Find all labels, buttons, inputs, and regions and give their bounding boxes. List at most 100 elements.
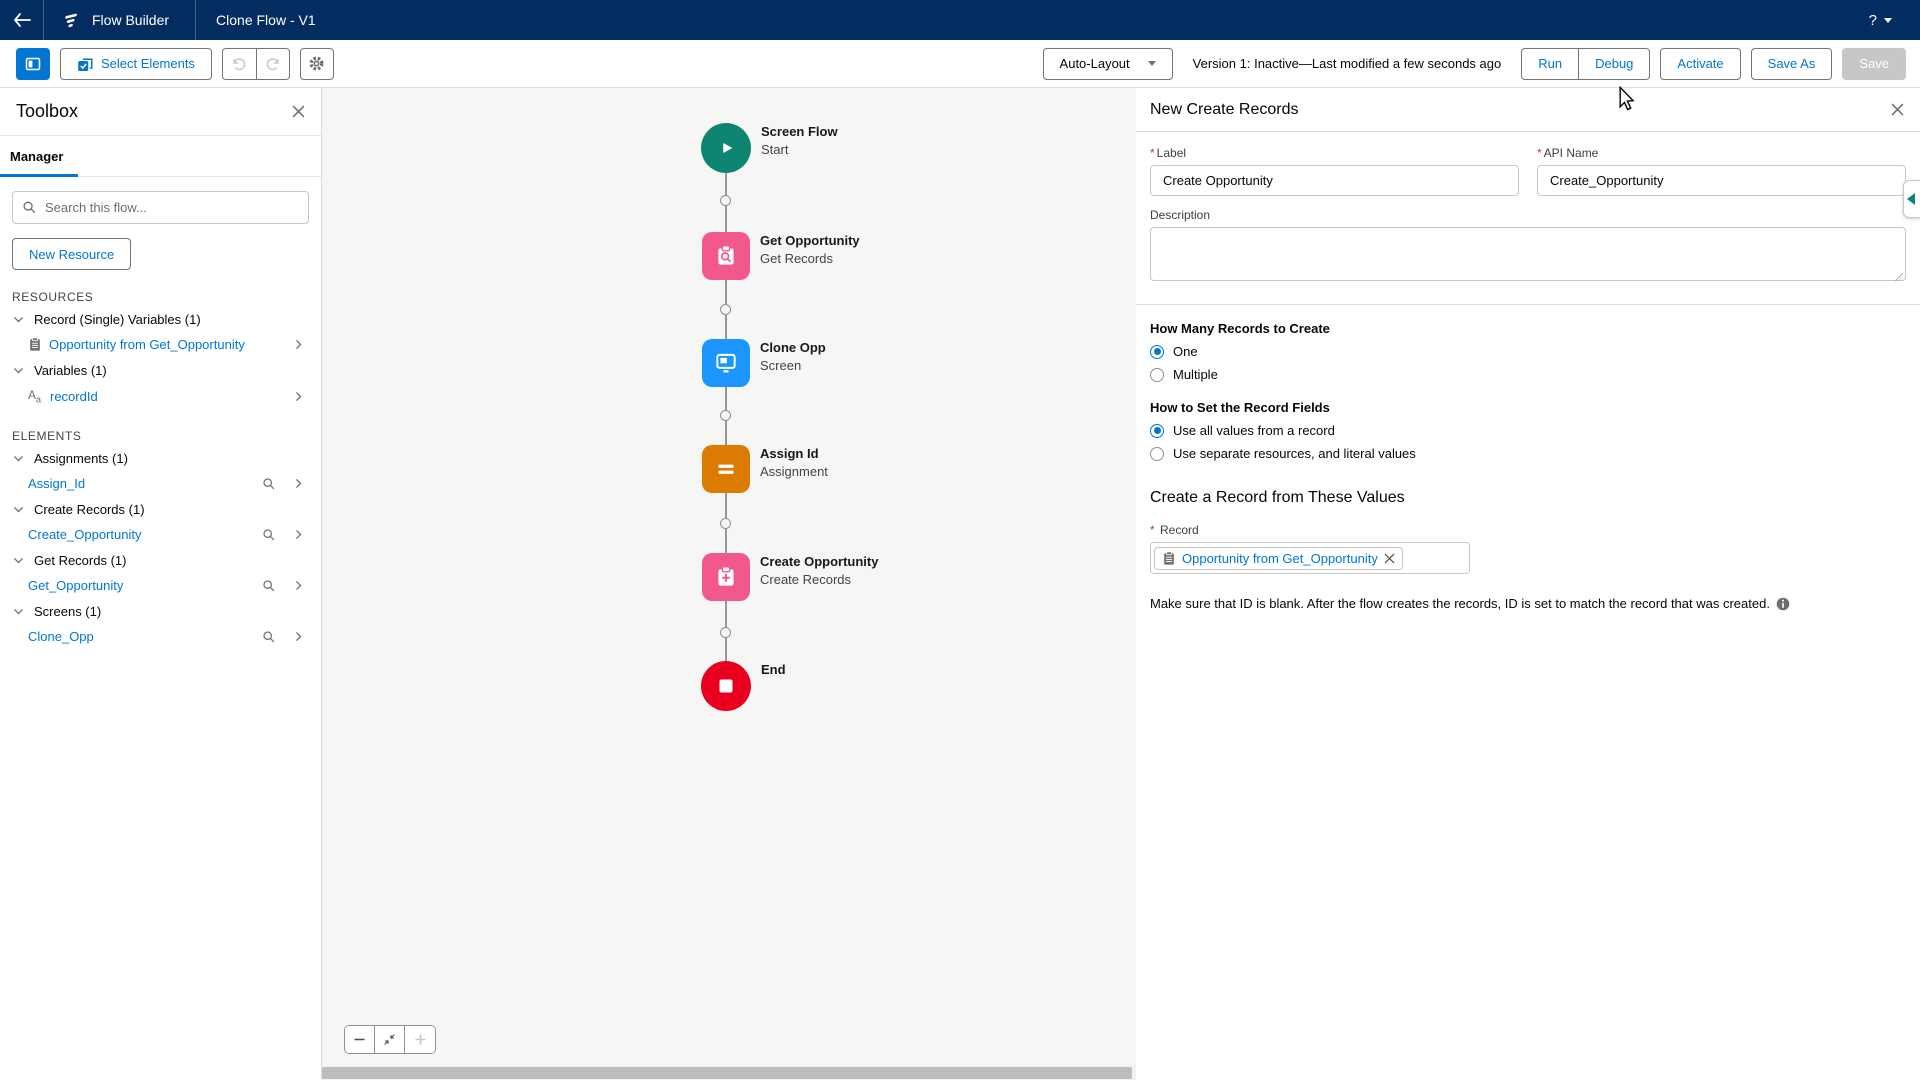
- tab-manager[interactable]: Manager: [10, 149, 63, 164]
- description-textarea[interactable]: [1150, 227, 1906, 281]
- info-icon[interactable]: [1776, 597, 1790, 611]
- chevron-right-icon[interactable]: [292, 528, 305, 541]
- element-item-assign-id[interactable]: Assign_Id: [0, 471, 321, 496]
- chevron-right-icon[interactable]: [292, 630, 305, 643]
- node-title: Assign Id: [760, 446, 828, 461]
- element-link[interactable]: Assign_Id: [28, 476, 255, 491]
- element-link[interactable]: Create_Opportunity: [28, 527, 255, 542]
- element-item-clone-opp[interactable]: Clone_Opp: [0, 624, 321, 649]
- scrollbar-thumb[interactable]: [322, 1067, 1132, 1079]
- radio-multiple-label: Multiple: [1173, 367, 1218, 382]
- resources-section-label: RESOURCES: [12, 290, 309, 304]
- start-node-button[interactable]: [701, 123, 751, 173]
- add-element-connector[interactable]: [720, 518, 731, 529]
- node-subtitle: Assignment: [760, 464, 828, 479]
- toggle-toolbox-button[interactable]: [16, 48, 50, 80]
- create-records-node-button[interactable]: [702, 553, 750, 601]
- flow-canvas[interactable]: Screen Flow Start Get Opportunity Get Re…: [322, 88, 1136, 1080]
- undo-button[interactable]: [222, 48, 256, 80]
- undo-icon: [231, 56, 247, 72]
- screen-node-button[interactable]: [702, 339, 750, 387]
- group-get-records[interactable]: Get Records (1): [0, 547, 321, 573]
- minus-icon: [353, 1033, 366, 1046]
- help-menu[interactable]: ?: [1869, 0, 1892, 40]
- label-field-label: Label: [1157, 146, 1186, 160]
- radio-use-all-values-label: Use all values from a record: [1173, 423, 1335, 438]
- find-in-canvas-icon[interactable]: [262, 477, 276, 491]
- group-label: Create Records (1): [34, 502, 145, 517]
- find-in-canvas-icon[interactable]: [262, 528, 276, 542]
- resource-link[interactable]: recordId: [50, 389, 285, 404]
- add-element-connector[interactable]: [720, 304, 731, 315]
- node-title: Create Opportunity: [760, 554, 878, 569]
- element-link[interactable]: Clone_Opp: [28, 629, 255, 644]
- radio-one[interactable]: One: [1150, 344, 1906, 359]
- record-pill[interactable]: Opportunity from Get_Opportunity: [1154, 547, 1403, 570]
- add-element-connector[interactable]: [720, 195, 731, 206]
- save-as-button[interactable]: Save As: [1751, 48, 1833, 80]
- run-button[interactable]: Run: [1521, 48, 1578, 80]
- group-variables[interactable]: Variables (1): [0, 357, 321, 383]
- debug-button[interactable]: Debug: [1578, 48, 1650, 80]
- id-blank-note: Make sure that ID is blank. After the fl…: [1150, 596, 1906, 611]
- new-resource-button[interactable]: New Resource: [12, 238, 131, 270]
- expand-side-panel-button[interactable]: [1903, 180, 1920, 218]
- fit-to-view-button[interactable]: [375, 1026, 405, 1053]
- flow-title: Clone Flow - V1: [196, 0, 336, 40]
- get-records-node-button[interactable]: [702, 232, 750, 280]
- chevron-right-icon[interactable]: [292, 579, 305, 592]
- record-combobox[interactable]: Opportunity from Get_Opportunity: [1150, 542, 1470, 574]
- group-create-records[interactable]: Create Records (1): [0, 496, 321, 522]
- end-node-button[interactable]: [701, 661, 751, 711]
- chevron-right-icon[interactable]: [292, 338, 305, 351]
- back-button[interactable]: [0, 0, 44, 40]
- node-subtitle: Screen: [760, 358, 826, 373]
- zoom-out-button[interactable]: [345, 1026, 375, 1053]
- label-input[interactable]: [1150, 165, 1519, 196]
- element-item-get-opportunity[interactable]: Get_Opportunity: [0, 573, 321, 598]
- group-record-single-variables[interactable]: Record (Single) Variables (1): [0, 306, 321, 332]
- assignment-icon: [713, 456, 739, 482]
- element-item-create-opportunity[interactable]: Create_Opportunity: [0, 522, 321, 547]
- flow-settings-button[interactable]: [300, 48, 334, 80]
- toolbox-close-button[interactable]: [292, 105, 305, 118]
- search-icon: [22, 200, 37, 215]
- panel-close-button[interactable]: [1891, 103, 1904, 116]
- node-title: Screen Flow: [761, 124, 838, 139]
- find-in-canvas-icon[interactable]: [262, 630, 276, 644]
- assignment-node-button[interactable]: [702, 445, 750, 493]
- resource-link[interactable]: Opportunity from Get_Opportunity: [49, 337, 285, 352]
- remove-pill-icon[interactable]: [1384, 553, 1395, 564]
- toolbox-tabs: Manager: [0, 136, 321, 177]
- zoom-in-button[interactable]: [405, 1026, 435, 1053]
- add-element-connector[interactable]: [720, 627, 731, 638]
- search-input[interactable]: [12, 191, 309, 224]
- find-in-canvas-icon[interactable]: [262, 579, 276, 593]
- radio-use-all-values[interactable]: Use all values from a record: [1150, 423, 1906, 438]
- required-asterisk: *: [1537, 146, 1542, 160]
- node-clone-opp: Clone Opp Screen: [702, 339, 750, 387]
- chevron-right-icon[interactable]: [292, 477, 305, 490]
- chevron-right-icon[interactable]: [292, 390, 305, 403]
- canvas-horizontal-scrollbar[interactable]: [322, 1066, 1136, 1080]
- node-end: End: [701, 661, 751, 711]
- group-screens[interactable]: Screens (1): [0, 598, 321, 624]
- api-name-input[interactable]: [1537, 165, 1906, 196]
- how-to-set-fields-label: How to Set the Record Fields: [1150, 400, 1906, 415]
- radio-multiple[interactable]: Multiple: [1150, 367, 1906, 382]
- select-elements-button[interactable]: Select Elements: [60, 48, 212, 80]
- stop-icon: [716, 676, 736, 696]
- add-element-connector[interactable]: [720, 410, 731, 421]
- panel-title: New Create Records: [1150, 101, 1299, 119]
- text-variable-icon: Aa: [28, 388, 43, 404]
- radio-use-separate-resources[interactable]: Use separate resources, and literal valu…: [1150, 446, 1906, 461]
- layout-mode-select[interactable]: Auto-Layout: [1043, 48, 1173, 80]
- activate-button[interactable]: Activate: [1660, 48, 1740, 80]
- app-header: Flow Builder Clone Flow - V1 ?: [0, 0, 1920, 40]
- group-assignments[interactable]: Assignments (1): [0, 445, 321, 471]
- element-link[interactable]: Get_Opportunity: [28, 578, 255, 593]
- resource-item-recordid[interactable]: Aa recordId: [0, 383, 321, 409]
- save-button[interactable]: Save: [1842, 48, 1906, 80]
- redo-button[interactable]: [256, 48, 290, 80]
- resource-item-opportunity[interactable]: Opportunity from Get_Opportunity: [0, 332, 321, 357]
